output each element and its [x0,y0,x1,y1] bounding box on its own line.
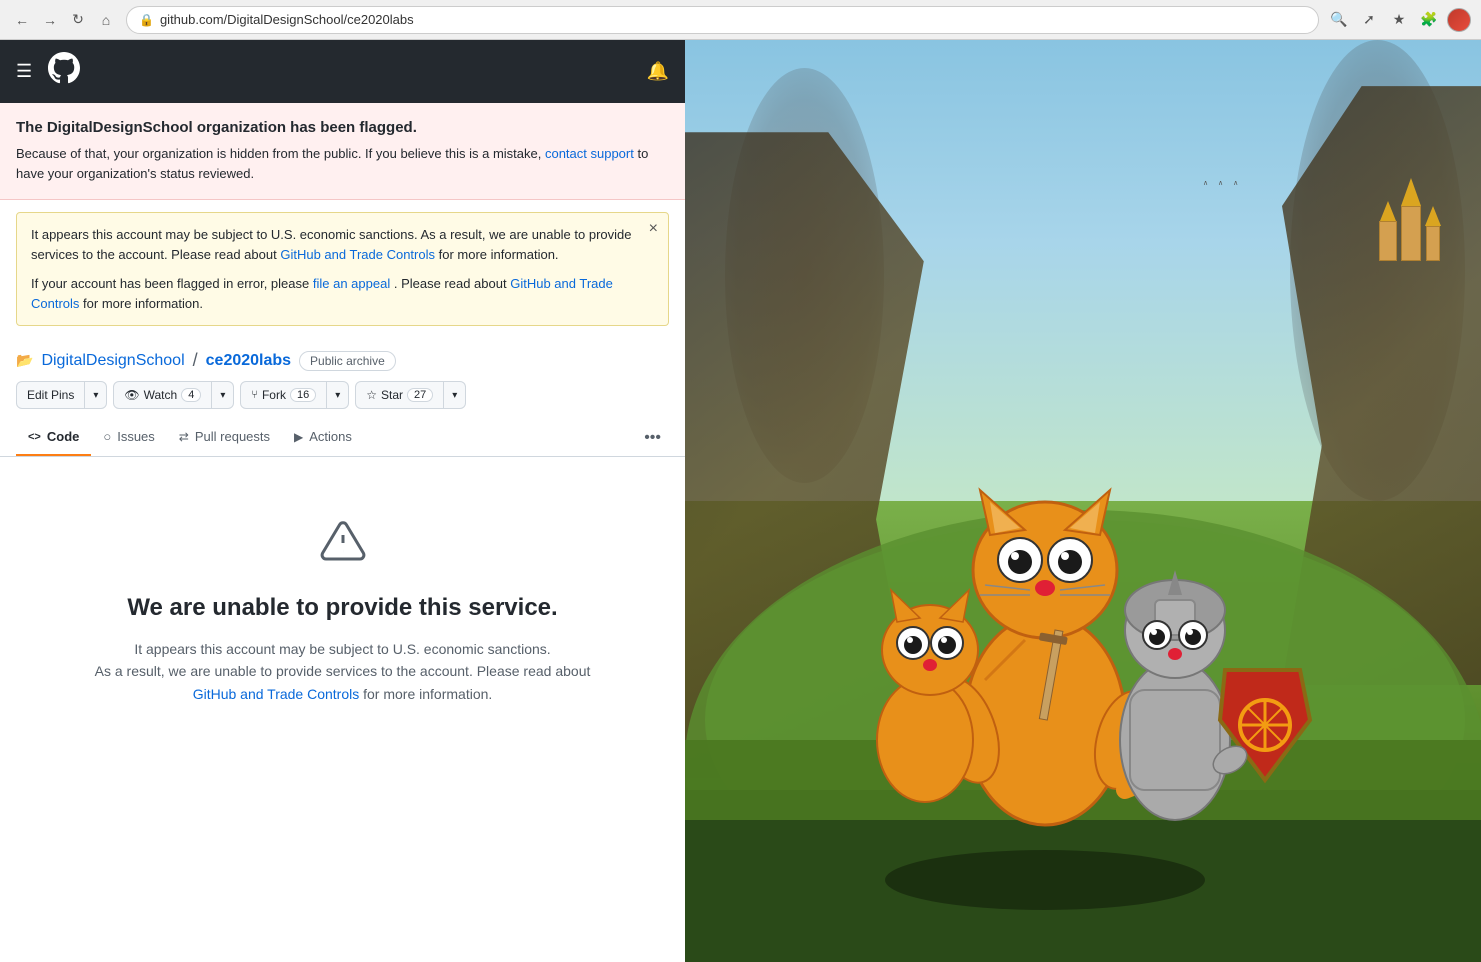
unavailable-text: It appears this account may be subject t… [93,638,593,705]
back-button[interactable]: ← [10,8,34,32]
repo-name-link[interactable]: ce2020labs [206,352,291,370]
tab-actions[interactable]: ▶ Actions [282,419,364,456]
watch-caret[interactable]: ▾ [212,381,234,409]
repo-nav: <> Code ○ Issues ⇄ Pull requests ▶ Actio… [0,419,685,457]
browser-toolbar: 🔍 ➚ ★ 🧩 [1327,8,1471,32]
art-scene: ∧ ∧ ∧ [685,40,1481,962]
fork-button[interactable]: ⑂ Fork 16 [240,381,327,409]
profile-button[interactable] [1447,8,1471,32]
org-link[interactable]: DigitalDesignSchool [41,352,184,370]
fork-group: ⑂ Fork 16 ▾ [240,381,349,409]
star-group: ☆ Star 27 ▾ [355,381,466,409]
lock-icon: 🔒 [139,13,154,27]
star-caret-icon: ▾ [452,390,457,401]
github-header: ☰ 🔔 [0,40,685,103]
sanctions-close-button[interactable]: × [649,221,658,237]
fork-caret[interactable]: ▾ [327,381,349,409]
home-button[interactable]: ⌂ [94,8,118,32]
fork-icon: ⑂ [251,389,258,401]
flag-banner-text: Because of that, your organization is hi… [16,144,669,183]
edit-pins-group: Edit Pins ▾ [16,381,107,409]
sanctions-para2: If your account has been flagged in erro… [31,274,654,313]
star-count: 27 [407,388,433,402]
repo-content: We are unable to provide this service. I… [0,457,685,962]
repo-icon: 📂 [16,352,33,369]
flag-banner-title: The DigitalDesignSchool organization has… [16,119,669,136]
browser-chrome: ← → ↻ ⌂ 🔒 github.com/DigitalDesignSchool… [0,0,1481,40]
code-icon: <> [28,431,41,443]
edit-pins-caret[interactable]: ▾ [85,381,107,409]
notifications-button[interactable]: 🔔 [647,61,669,82]
fork-caret-icon: ▾ [335,390,340,401]
nav-more-button[interactable]: ••• [636,421,669,455]
flag-banner: The DigitalDesignSchool organization has… [0,103,685,200]
watch-button[interactable]: 👁 Watch 4 [113,381,212,409]
forward-button[interactable]: → [38,8,62,32]
sanctions-para1: It appears this account may be subject t… [31,225,654,264]
star-button[interactable]: ☆ Star 27 [355,381,444,409]
tab-code[interactable]: <> Code [16,419,91,456]
cats-svg [685,40,1481,962]
eye-icon: 👁 [124,388,139,402]
zoom-button[interactable]: 🔍 [1327,8,1351,32]
tab-pull-requests[interactable]: ⇄ Pull requests [167,419,282,456]
star-icon: ☆ [366,388,377,402]
unavailable-title: We are unable to provide this service. [127,594,557,622]
issues-icon: ○ [103,429,111,444]
caret-icon: ▾ [93,390,98,401]
file-appeal-link[interactable]: file an appeal [313,276,390,291]
contact-support-link[interactable]: contact support [545,146,634,161]
star-caret[interactable]: ▾ [444,381,466,409]
watch-group: 👁 Watch 4 ▾ [113,381,234,409]
share-button[interactable]: ➚ [1357,8,1381,32]
bookmark-button[interactable]: ★ [1387,8,1411,32]
reload-button[interactable]: ↻ [66,8,90,32]
main-layout: ☰ 🔔 The DigitalDesignSchool organization… [0,40,1481,962]
url-text: github.com/DigitalDesignSchool/ce2020lab… [160,12,414,27]
fork-count: 16 [290,388,316,402]
header-left: ☰ [16,52,80,91]
github-logo [48,52,80,91]
browser-nav-buttons: ← → ↻ ⌂ [10,8,118,32]
trade-controls-link-1[interactable]: GitHub and Trade Controls [280,247,435,262]
watch-caret-icon: ▾ [220,390,225,401]
repo-header: 📂 DigitalDesignSchool / ce2020labs Publi… [0,338,685,371]
pr-icon: ⇄ [179,430,189,444]
warning-icon [319,517,367,574]
watch-count: 4 [181,388,201,402]
repo-actions: Edit Pins ▾ 👁 Watch 4 ▾ ⑂ [0,371,685,419]
profile-avatar [1447,8,1471,32]
repo-separator: / [193,350,198,371]
image-panel: ∧ ∧ ∧ [685,40,1481,962]
public-archive-badge: Public archive [299,351,396,371]
github-panel: ☰ 🔔 The DigitalDesignSchool organization… [0,40,685,962]
menu-button[interactable]: ☰ [16,61,32,82]
tab-issues[interactable]: ○ Issues [91,419,166,456]
edit-pins-button[interactable]: Edit Pins [16,381,85,409]
sanctions-box: × It appears this account may be subject… [16,212,669,326]
trade-controls-link-main[interactable]: GitHub and Trade Controls [193,686,360,702]
address-bar[interactable]: 🔒 github.com/DigitalDesignSchool/ce2020l… [126,6,1319,34]
actions-icon: ▶ [294,430,303,444]
extensions-button[interactable]: 🧩 [1417,8,1441,32]
